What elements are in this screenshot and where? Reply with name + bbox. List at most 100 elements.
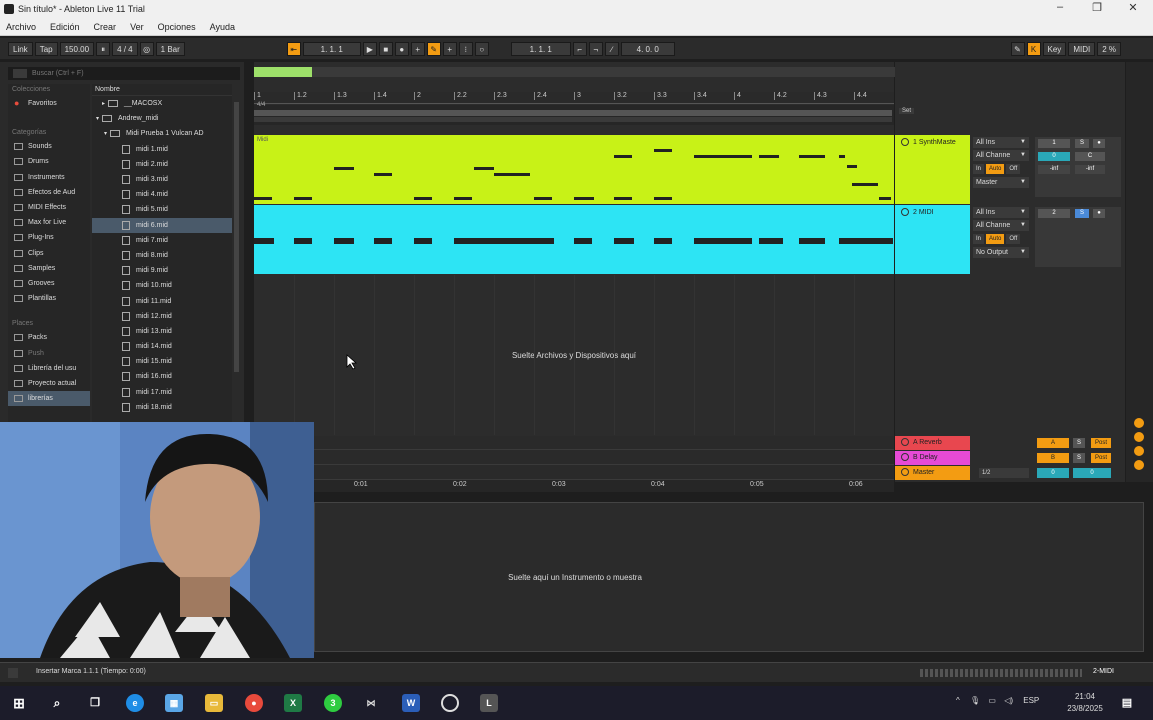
midi-note[interactable] bbox=[414, 238, 432, 244]
song-position-field[interactable]: 1. 1. 1 bbox=[302, 41, 361, 56]
close-button[interactable]: ✕ bbox=[1118, 1, 1148, 14]
list-item-file[interactable]: midi 9.mid bbox=[92, 263, 232, 278]
list-item-file[interactable]: midi 12.mid bbox=[92, 309, 232, 324]
midi-clip-track-2[interactable] bbox=[254, 205, 894, 274]
track-2-arm-icon[interactable]: ● bbox=[1093, 209, 1105, 218]
monitor-auto-button[interactable]: Auto bbox=[986, 164, 1005, 174]
list-item-file[interactable]: midi 10.mid bbox=[92, 278, 232, 293]
sidebar-item-drums[interactable]: Drums bbox=[8, 154, 90, 169]
list-item-file[interactable]: midi 16.mid bbox=[92, 369, 232, 384]
track-2-output-select[interactable]: No Output ▼ bbox=[973, 247, 1029, 258]
automation-arm-icon[interactable]: ✎ bbox=[426, 41, 441, 56]
midi-note[interactable] bbox=[839, 238, 893, 244]
track-2-title[interactable]: 2 MIDI bbox=[895, 205, 970, 274]
session-record-icon[interactable]: ⁝ bbox=[458, 41, 473, 56]
network-icon[interactable]: ▭ bbox=[988, 696, 996, 705]
sidebar-item-midi-effects[interactable]: MIDI Effects bbox=[8, 200, 90, 215]
menu-ver[interactable]: Ver bbox=[130, 22, 144, 32]
midi-note[interactable] bbox=[614, 155, 632, 158]
midi-note[interactable] bbox=[334, 238, 354, 244]
list-item-file[interactable]: midi 2.mid bbox=[92, 157, 232, 172]
toggle-browser-icon[interactable] bbox=[8, 668, 18, 678]
track-activator-icon[interactable] bbox=[901, 138, 909, 146]
loop-length-field[interactable]: 4. 0. 0 bbox=[620, 41, 675, 56]
midi-note[interactable] bbox=[474, 167, 494, 170]
loop-bar[interactable] bbox=[254, 110, 892, 116]
midi-note[interactable] bbox=[654, 238, 672, 244]
draw-mode-icon[interactable]: ∕ bbox=[604, 41, 619, 56]
volume-icon[interactable]: ◁) bbox=[1004, 696, 1013, 705]
return-track-b[interactable]: B Delay B S Post bbox=[895, 451, 1125, 465]
midi-clip-track-1[interactable]: Midi bbox=[254, 135, 894, 204]
list-item-file[interactable]: midi 13.mid bbox=[92, 324, 232, 339]
show-mixer-icon[interactable] bbox=[1134, 460, 1144, 470]
browser-search-input[interactable]: Buscar (Ctrl + F) bbox=[8, 67, 240, 80]
midi-note[interactable] bbox=[654, 197, 672, 200]
menu-crear[interactable]: Crear bbox=[94, 22, 117, 32]
track-1-volume[interactable]: 0 bbox=[1038, 152, 1070, 161]
whatsapp-icon[interactable]: 3 bbox=[324, 694, 342, 712]
list-item-file[interactable]: midi 3.mid bbox=[92, 172, 232, 187]
excel-icon[interactable]: X bbox=[284, 694, 302, 712]
minimize-button[interactable]: – bbox=[1045, 1, 1075, 13]
sidebar-item-packs[interactable]: Packs bbox=[8, 330, 90, 345]
capture-icon[interactable]: + bbox=[442, 41, 457, 56]
track-1-solo[interactable]: S bbox=[1075, 139, 1089, 148]
device-detail-view[interactable]: Suelte aquí un Instrumento o muestra bbox=[314, 502, 1144, 652]
return-b-post[interactable]: Post bbox=[1091, 453, 1111, 463]
master-track[interactable]: Master 1/2 0 0 bbox=[895, 466, 1125, 480]
sidebar-item-user-library[interactable]: Librería del usu bbox=[8, 361, 90, 376]
midi-note[interactable] bbox=[614, 197, 632, 200]
midi-note[interactable] bbox=[759, 155, 779, 158]
record-icon[interactable]: ● bbox=[394, 41, 409, 56]
punch-out-icon[interactable]: ¬ bbox=[588, 41, 603, 56]
midi-note[interactable] bbox=[574, 238, 592, 244]
list-item-folder[interactable]: ▾ Andrew_midi bbox=[92, 111, 232, 126]
sidebar-item-sounds[interactable]: Sounds bbox=[8, 139, 90, 154]
midi-note[interactable] bbox=[454, 197, 472, 200]
sidebar-item-clips[interactable]: Clips bbox=[8, 246, 90, 261]
track-1-output-select[interactable]: Master ▼ bbox=[973, 177, 1029, 188]
track-activator-icon[interactable] bbox=[901, 453, 909, 462]
midi-note[interactable] bbox=[614, 238, 634, 244]
monitor-auto-button[interactable]: Auto bbox=[986, 234, 1005, 244]
master-lane[interactable] bbox=[314, 466, 894, 480]
show-sends-icon[interactable] bbox=[1134, 432, 1144, 442]
sidebar-item-plantillas[interactable]: Plantillas bbox=[8, 291, 90, 306]
monitor-off-button[interactable]: Off bbox=[1006, 234, 1021, 244]
midi-note[interactable] bbox=[852, 183, 878, 186]
midi-note[interactable] bbox=[694, 238, 752, 244]
master-title[interactable]: Master bbox=[895, 466, 970, 480]
obs-icon[interactable] bbox=[441, 694, 459, 712]
play-icon[interactable]: ▶ bbox=[362, 41, 377, 56]
cue-out-select[interactable]: 1/2 bbox=[979, 468, 1029, 478]
track-activator-icon[interactable] bbox=[901, 208, 909, 216]
mic-icon[interactable]: 🎙 bbox=[970, 696, 980, 705]
track-2-header[interactable]: 2 MIDI All Ins ▼ All Channe ▼ In Auto Off … bbox=[895, 205, 1125, 274]
store-icon[interactable]: ▦ bbox=[165, 694, 183, 712]
menu-edicion[interactable]: Edición bbox=[50, 22, 80, 32]
overdub-icon[interactable]: + bbox=[410, 41, 425, 56]
chevron-up-icon[interactable]: ^ bbox=[956, 696, 960, 705]
midi-note[interactable] bbox=[374, 173, 392, 176]
list-item-file[interactable]: midi 17.mid bbox=[92, 385, 232, 400]
midi-note[interactable] bbox=[574, 197, 594, 200]
menu-archivo[interactable]: Archivo bbox=[6, 22, 36, 32]
monitor-in-button[interactable]: In bbox=[973, 234, 985, 244]
midi-note[interactable] bbox=[254, 197, 272, 200]
return-a-solo[interactable]: S bbox=[1073, 438, 1085, 448]
track-1-pan[interactable]: C bbox=[1075, 152, 1105, 161]
search-icon[interactable]: ⌕ bbox=[48, 694, 66, 712]
list-item-folder[interactable]: ▾ Midi Prueba 1 Vulcan AD bbox=[92, 126, 232, 141]
track-activator-icon[interactable] bbox=[901, 438, 909, 447]
master-pan[interactable]: 0 bbox=[1073, 468, 1111, 478]
sidebar-item-max-for-live[interactable]: Max for Live bbox=[8, 215, 90, 230]
sidebar-item-librerias[interactable]: librerías bbox=[8, 391, 90, 407]
midi-note[interactable] bbox=[294, 238, 312, 244]
midi-note[interactable] bbox=[799, 238, 825, 244]
set-button[interactable]: Set bbox=[899, 108, 915, 114]
return-track-a[interactable]: A Reverb A S Post bbox=[895, 436, 1125, 450]
midi-note[interactable] bbox=[534, 238, 552, 244]
monitor-in-button[interactable]: In bbox=[973, 164, 985, 174]
list-item-file[interactable]: midi 11.mid bbox=[92, 293, 232, 308]
